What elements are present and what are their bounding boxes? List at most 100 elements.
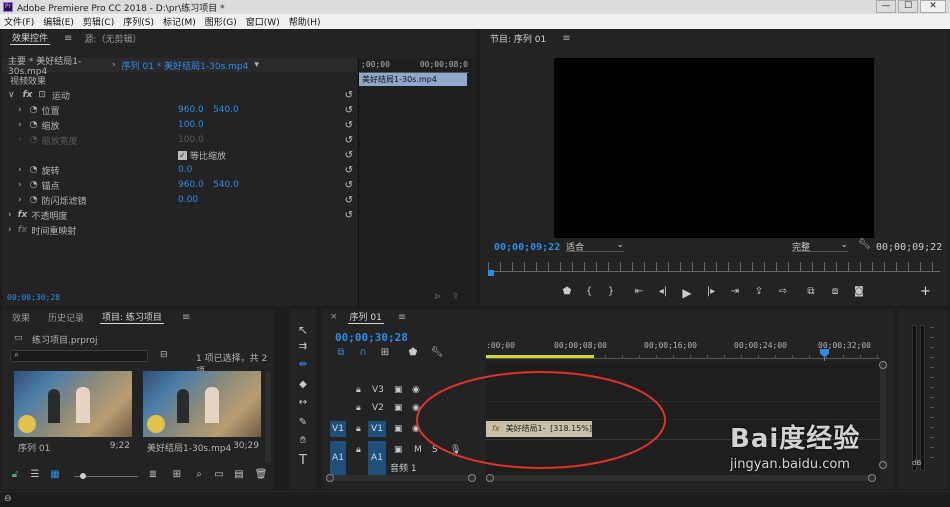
expand-arrow-icon[interactable]: › [2,105,22,115]
close-button[interactable]: ✕ [920,0,946,13]
track-lock-icon[interactable]: 🔒︎ [356,403,361,413]
bin-icon[interactable]: ⊟ [160,350,168,360]
reset-icon[interactable]: ↺ [345,135,353,146]
wrench-icon[interactable]: 🔧︎ [858,239,871,250]
fx-icon[interactable]: fx [15,90,33,100]
stopwatch-icon[interactable]: ◔ [22,180,38,190]
panel-menu-icon[interactable]: ≡ [182,312,190,323]
track-target-v1[interactable]: V1 [368,421,386,437]
snap-icon[interactable]: ∩ [356,347,370,358]
reset-icon[interactable]: ↺ [345,165,353,176]
camera-icon[interactable]: ◙ [852,286,866,297]
menu-file[interactable]: 文件(F) [4,15,34,28]
pen-tool-icon[interactable]: ✎ [296,417,310,428]
track-target-a1[interactable]: A1 [368,441,386,475]
play-icon[interactable]: ▶ [680,286,694,300]
program-timecode-current[interactable]: 00;00;09;22 [494,242,560,253]
lock-icon[interactable]: 🔓︎ [8,469,22,480]
tab-effect-controls[interactable]: 效果控件 [10,31,51,45]
project-search-input[interactable]: ⌕ [10,350,148,362]
source-patch-a1[interactable]: A1 [330,441,346,475]
project-item-clip[interactable]: 美好结局1-30s.mp4 30;29 [143,371,261,457]
filter-icon[interactable]: ⊳ [434,292,442,302]
fit-dropdown[interactable]: 适合 ⌄ [566,240,624,253]
menu-clip[interactable]: 剪辑(C) [83,15,114,28]
panel-menu-icon[interactable]: ≡ [398,312,406,323]
expand-arrow-icon[interactable]: › [2,120,22,130]
razor-tool-icon[interactable]: ◆ [296,379,310,390]
type-tool-icon[interactable]: T [296,453,310,468]
position-y[interactable]: 540.0 [213,105,239,115]
stopwatch-icon[interactable]: ◔ [22,195,38,205]
stopwatch-icon[interactable]: ◔ [22,165,38,175]
expand-arrow-icon[interactable]: › [2,165,22,175]
effect-controls-timecode[interactable]: 00;00;30;28 [7,293,60,302]
program-video-frame[interactable] [554,58,874,238]
stopwatch-icon[interactable]: ◔ [22,120,38,130]
expand-arrow-icon[interactable]: ∨ [2,90,15,100]
position-x[interactable]: 960.0 [178,105,204,115]
reset-icon[interactable]: ↺ [345,120,353,131]
sync-lock-icon[interactable]: ▣ [394,385,403,395]
nest-toggle-icon[interactable]: ⧉ [334,347,348,358]
wrench-icon[interactable]: 🔧︎ [430,347,444,358]
export-icon[interactable]: ⇪ [452,292,460,302]
uniform-scale-checkbox[interactable]: ✓ [178,150,187,160]
add-button-icon[interactable]: + [920,284,931,299]
anti-flicker-value[interactable]: 0.00 [178,195,198,205]
expand-arrow-icon[interactable]: › [2,225,12,235]
menu-sequence[interactable]: 序列(S) [123,15,154,28]
tab-history[interactable]: 历史记录 [46,311,86,324]
panel-menu-icon[interactable]: ≡ [562,33,570,44]
new-item-icon[interactable]: ▤ [232,469,246,480]
sync-lock-icon[interactable]: ▣ [394,445,403,455]
dropdown-arrow-icon[interactable]: › [112,60,116,70]
anchor-y[interactable]: 540.0 [213,180,239,190]
panel-menu-icon[interactable]: ≡ [64,33,72,44]
track-select-tool-icon[interactable]: ⇉ [296,341,310,352]
timeline-horizontal-scrollbar[interactable] [326,474,476,482]
automate-icon[interactable]: ⊞ [170,469,184,480]
icon-view-icon[interactable]: ▦ [48,469,62,480]
dropdown-arrow-icon[interactable]: ▾ [254,60,259,70]
linked-selection-icon[interactable]: ⊞ [378,347,392,358]
motion-transform-icon[interactable]: ⊡ [32,90,46,100]
compare-view-icon[interactable]: ⧉ [804,286,818,297]
rotation-value[interactable]: 0.0 [178,165,192,175]
fx-icon[interactable]: fx [12,210,28,220]
new-bin-icon[interactable]: ▭ [212,469,226,480]
ripple-edit-tool-icon[interactable]: ⇹ [296,359,310,370]
scale-value[interactable]: 100.0 [178,120,204,130]
track-lock-icon[interactable]: 🔒︎ [356,445,361,455]
expand-arrow-icon[interactable]: › [2,180,22,190]
minimize-button[interactable]: — [876,0,896,13]
menu-marker[interactable]: 标记(M) [163,15,196,28]
stopwatch-icon[interactable]: ◔ [22,105,38,115]
source-patch-v1[interactable]: V1 [330,421,346,437]
trash-icon[interactable]: 🗑︎ [254,469,268,480]
menu-window[interactable]: 窗口(W) [246,15,280,28]
anchor-x[interactable]: 960.0 [178,180,204,190]
slip-tool-icon[interactable]: ↔ [296,397,310,408]
extract-icon[interactable]: ⇨ [776,286,790,297]
expand-arrow-icon[interactable]: › [2,210,12,220]
list-view-icon[interactable]: ☰ [28,469,42,480]
sort-icon[interactable]: ≣ [146,469,160,480]
project-scrollbar[interactable] [265,371,271,463]
sequence-clip-label[interactable]: 序列 01 * 美好结局1-30s.mp4 [122,59,249,72]
program-scrub-ruler[interactable] [488,262,940,272]
go-to-in-icon[interactable]: ⇤ [632,286,646,297]
mini-clip[interactable]: 美好结局1-30s.mp4 [359,73,467,86]
reset-icon[interactable]: ↺ [345,180,353,191]
tab-sequence[interactable]: 序列 01 [347,310,384,324]
program-playhead[interactable] [488,270,494,276]
sync-lock-icon[interactable]: ▣ [394,403,403,413]
tab-project[interactable]: 项目: 练习项目 [100,310,164,324]
tab-effects[interactable]: 效果 [10,311,32,324]
tab-source[interactable]: 源:（无剪辑） [82,32,143,45]
lift-icon[interactable]: ⇪ [752,286,766,297]
program-title[interactable]: 节目: 序列 01 [488,32,548,45]
menu-edit[interactable]: 编辑(E) [43,15,74,28]
insert-icon[interactable]: ⧈ [828,286,842,297]
sync-lock-icon[interactable]: ▣ [394,424,403,434]
